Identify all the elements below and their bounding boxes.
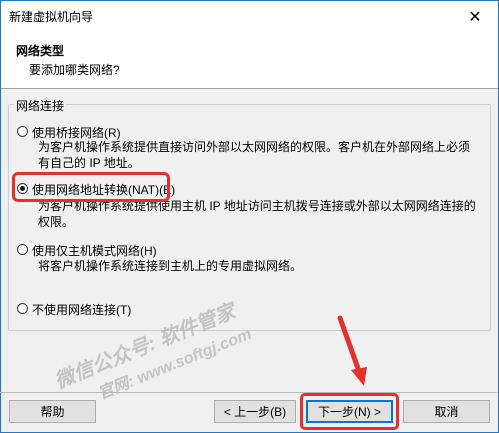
option-bridged-desc-line1: 为客户机操作系统提供直接访问外部以太网网络的权限。客户机在外部网络上必须 [38, 140, 471, 154]
window-title: 新建虚拟机向导 [9, 10, 94, 24]
option-bridged-description: 为客户机操作系统提供直接访问外部以太网网络的权限。客户机在外部网络上必须 有自己… [38, 139, 470, 171]
option-no-network[interactable]: 不使用网络连接(T) [17, 301, 131, 318]
radio-no-network[interactable] [17, 303, 28, 314]
radio-host-only[interactable] [17, 244, 28, 255]
nat-highlight-box [12, 172, 170, 202]
title-bar: 新建虚拟机向导 ✕ [1, 1, 498, 32]
close-icon[interactable]: ✕ [452, 1, 498, 32]
cancel-button[interactable]: 取消 [403, 400, 490, 423]
radio-bridged[interactable] [17, 126, 28, 137]
option-no-network-label[interactable]: 不使用网络连接(T) [32, 301, 131, 318]
page-title: 网络类型 [16, 44, 65, 58]
option-host-only-desc-line1: 将客户机操作系统连接到主机上的专用虚拟网络。 [38, 259, 303, 273]
option-host-only-description: 将客户机操作系统连接到主机上的专用虚拟网络。 [38, 258, 302, 274]
option-host-only[interactable]: 使用仅主机模式网络(H) [17, 242, 157, 259]
help-button[interactable]: 帮助 [9, 400, 96, 423]
option-bridged-desc-line2: 有自己的 IP 地址。 [38, 156, 140, 170]
page-subtitle: 要添加哪类网络? [29, 63, 120, 77]
option-nat-description: 为客户机操作系统提供使用主机 IP 地址访问主机拨号连接或外部以太网网络连接的 … [38, 198, 476, 230]
option-host-only-label[interactable]: 使用仅主机模式网络(H) [32, 242, 157, 259]
next-highlight-box [300, 393, 399, 430]
back-button[interactable]: < 上一步(B) [214, 400, 296, 423]
group-legend: 网络连接 [14, 97, 67, 114]
annotation-arrow-icon [337, 315, 367, 386]
footer-separator [0, 392, 497, 393]
wizard-header: 网络类型 要添加哪类网络? [1, 32, 498, 89]
option-nat-desc-line2: 权限。 [38, 215, 75, 229]
